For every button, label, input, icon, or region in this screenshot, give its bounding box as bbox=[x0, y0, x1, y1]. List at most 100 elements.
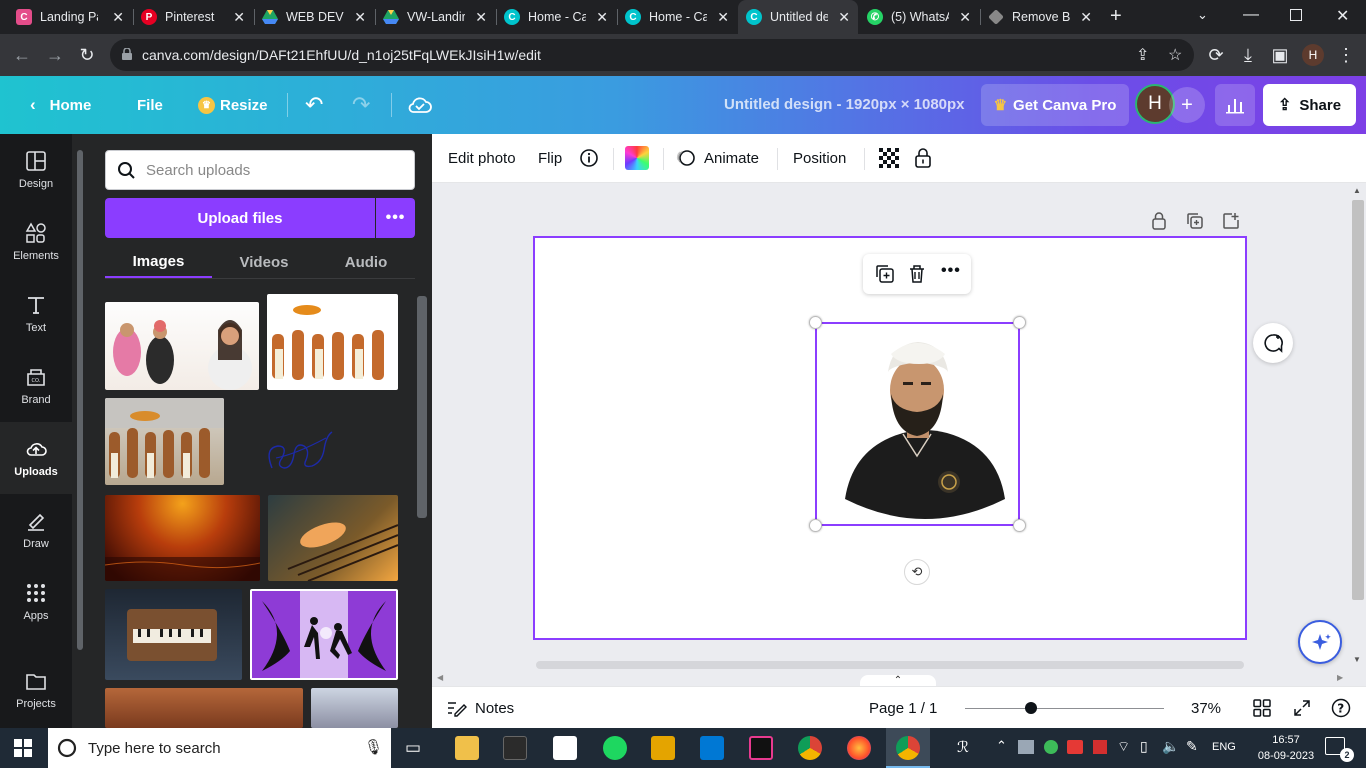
selection-frame[interactable] bbox=[815, 322, 1020, 526]
fullscreen-icon[interactable] bbox=[1293, 687, 1311, 729]
upload-thumbnail-sky[interactable] bbox=[311, 688, 398, 728]
browser-tab-active[interactable]: C Untitled de ✕ bbox=[738, 0, 858, 34]
upload-thumbnail-dancers-photo[interactable] bbox=[105, 398, 224, 485]
browser-tab[interactable]: C Home - Ca ✕ bbox=[617, 0, 737, 34]
upload-thumbnail-harmonium[interactable] bbox=[105, 589, 242, 680]
browser-tab[interactable]: ✆ (5) WhatsA ✕ bbox=[859, 0, 979, 34]
browser-tab[interactable]: C Home - Ca ✕ bbox=[496, 0, 616, 34]
flip-button[interactable]: Flip bbox=[538, 134, 562, 182]
canvas-vertical-scrollbar-thumb[interactable] bbox=[1352, 200, 1364, 600]
upload-thumbnail-bhangra-selected[interactable] bbox=[250, 589, 398, 680]
share-button[interactable]: ⇪ Share bbox=[1263, 84, 1356, 126]
panel-scrollbar-thumb[interactable] bbox=[417, 296, 427, 518]
pen-workspace-icon[interactable]: ✎ bbox=[1186, 738, 1198, 755]
resize-handle-top-right[interactable] bbox=[1013, 316, 1026, 329]
rail-item-uploads[interactable]: Uploads bbox=[0, 422, 72, 494]
position-button[interactable]: Position bbox=[793, 134, 846, 182]
scroll-left-icon[interactable]: ◀ bbox=[437, 673, 443, 682]
vscode-icon[interactable] bbox=[700, 736, 724, 760]
tray-recorder-icon[interactable] bbox=[1067, 740, 1083, 754]
animate-button[interactable]: Animate bbox=[676, 134, 759, 182]
add-page-icon[interactable] bbox=[1222, 212, 1240, 235]
edit-photo-button[interactable]: Edit photo bbox=[448, 134, 516, 182]
notes-button[interactable]: Notes bbox=[447, 687, 514, 729]
intellij-icon[interactable] bbox=[749, 736, 773, 760]
upload-thumbnail-family[interactable] bbox=[105, 302, 259, 390]
microphone-icon[interactable]: 🎙 bbox=[364, 738, 383, 756]
share-page-icon[interactable]: ⇪ bbox=[1136, 45, 1149, 65]
rail-item-design[interactable]: Design bbox=[0, 134, 72, 206]
windows-start-icon[interactable] bbox=[14, 739, 32, 762]
resize-handle-bottom-left[interactable] bbox=[809, 519, 822, 532]
profile-avatar[interactable]: H bbox=[1302, 44, 1324, 66]
close-icon[interactable]: ✕ bbox=[838, 9, 850, 26]
browser-tab[interactable]: P Pinterest ✕ bbox=[133, 0, 253, 34]
download-icon[interactable]: ⤓ bbox=[1236, 43, 1260, 67]
get-canva-pro-button[interactable]: ♛ Get Canva Pro bbox=[981, 84, 1129, 126]
volume-icon[interactable]: 🔈 bbox=[1162, 738, 1179, 755]
c-app-icon[interactable] bbox=[651, 736, 675, 760]
copy-element-icon[interactable] bbox=[875, 264, 895, 289]
grid-view-icon[interactable] bbox=[1253, 687, 1271, 729]
upload-thumbnail-sunset[interactable] bbox=[105, 688, 303, 728]
forward-arrow-icon[interactable]: → bbox=[43, 43, 67, 67]
mail-icon[interactable] bbox=[553, 736, 577, 760]
insights-chart-icon[interactable] bbox=[1215, 84, 1255, 126]
restore-icon[interactable] bbox=[1290, 9, 1302, 21]
upload-files-button[interactable]: Upload files bbox=[105, 198, 375, 238]
new-tab-plus-icon[interactable]: + bbox=[1110, 5, 1122, 28]
help-icon[interactable]: ? bbox=[1331, 687, 1351, 729]
menu-kebab-icon[interactable]: ⋮ bbox=[1334, 43, 1358, 67]
address-bar[interactable]: canva.com/design/DAFt21EhfUU/d_n1oj25tFq… bbox=[110, 39, 1194, 71]
close-icon[interactable]: ✕ bbox=[1080, 9, 1092, 26]
rail-item-projects[interactable]: Projects bbox=[0, 654, 72, 726]
transparency-checker-icon[interactable] bbox=[879, 134, 899, 182]
wifi-icon[interactable]: ⌔ bbox=[1117, 738, 1130, 756]
people-icon[interactable]: ℛ bbox=[957, 738, 969, 756]
add-comment-button[interactable] bbox=[1253, 323, 1293, 363]
bookmark-star-icon[interactable]: ☆ bbox=[1168, 45, 1182, 65]
upload-thumbnail-stage-light[interactable] bbox=[105, 495, 260, 581]
spotify-icon[interactable] bbox=[603, 736, 627, 760]
close-icon[interactable]: ✕ bbox=[112, 9, 124, 26]
zoom-level[interactable]: 37% bbox=[1191, 687, 1221, 729]
clock[interactable]: 16:57 08-09-2023 bbox=[1257, 732, 1315, 764]
rail-item-text[interactable]: Text bbox=[0, 278, 72, 350]
close-icon[interactable]: ✕ bbox=[233, 9, 245, 26]
scroll-up-icon[interactable]: ▲ bbox=[1353, 186, 1361, 195]
search-uploads-field[interactable]: Search uploads bbox=[105, 150, 415, 190]
close-icon[interactable]: ✕ bbox=[475, 9, 487, 26]
minimize-icon[interactable]: — bbox=[1243, 6, 1259, 24]
zoom-slider-thumb[interactable] bbox=[1025, 702, 1037, 714]
undo-icon[interactable]: ↶ bbox=[305, 76, 323, 134]
rail-scrollbar-thumb[interactable] bbox=[77, 150, 83, 650]
close-icon[interactable]: ✕ bbox=[596, 9, 608, 26]
resize-handle-bottom-right[interactable] bbox=[1013, 519, 1026, 532]
reload-icon[interactable]: ↻ bbox=[75, 43, 99, 67]
taskbar-search-box[interactable]: Type here to search 🎙 bbox=[48, 728, 391, 768]
page-indicator[interactable]: Page 1 / 1 bbox=[869, 687, 937, 729]
browser-tab[interactable]: C Landing Pa ✕ bbox=[8, 0, 132, 34]
document-title[interactable]: Untitled design - 1920px × 1080px bbox=[724, 96, 965, 113]
back-arrow-icon[interactable]: ← bbox=[10, 43, 34, 67]
upload-thumbnail-dancers[interactable] bbox=[267, 294, 398, 390]
home-button[interactable]: ‹ Home bbox=[30, 76, 91, 134]
file-explorer-icon[interactable] bbox=[455, 736, 479, 760]
firefox-icon[interactable] bbox=[847, 736, 871, 760]
tab-search-chevron-icon[interactable]: ⌄ bbox=[1197, 7, 1208, 23]
browser-tab[interactable]: Remove Ba ✕ bbox=[980, 0, 1100, 34]
lock-icon[interactable] bbox=[914, 134, 932, 182]
scroll-down-icon[interactable]: ▼ bbox=[1353, 655, 1361, 664]
upload-thumbnail-signature[interactable] bbox=[232, 398, 346, 485]
redo-icon[interactable]: ↷ bbox=[352, 76, 370, 134]
rail-item-elements[interactable]: Elements bbox=[0, 206, 72, 278]
info-icon[interactable] bbox=[579, 134, 599, 182]
language-indicator[interactable]: ENG bbox=[1212, 741, 1236, 753]
browser-tab[interactable]: VW-Landir ✕ bbox=[375, 0, 495, 34]
rail-item-apps[interactable]: Apps bbox=[0, 566, 72, 638]
cloud-saved-icon[interactable] bbox=[408, 76, 432, 134]
store-icon[interactable] bbox=[503, 736, 527, 760]
window-close-icon[interactable]: ✕ bbox=[1336, 6, 1349, 26]
rotate-handle-icon[interactable]: ⟲ bbox=[904, 559, 930, 585]
invite-plus-icon[interactable]: + bbox=[1169, 87, 1205, 123]
